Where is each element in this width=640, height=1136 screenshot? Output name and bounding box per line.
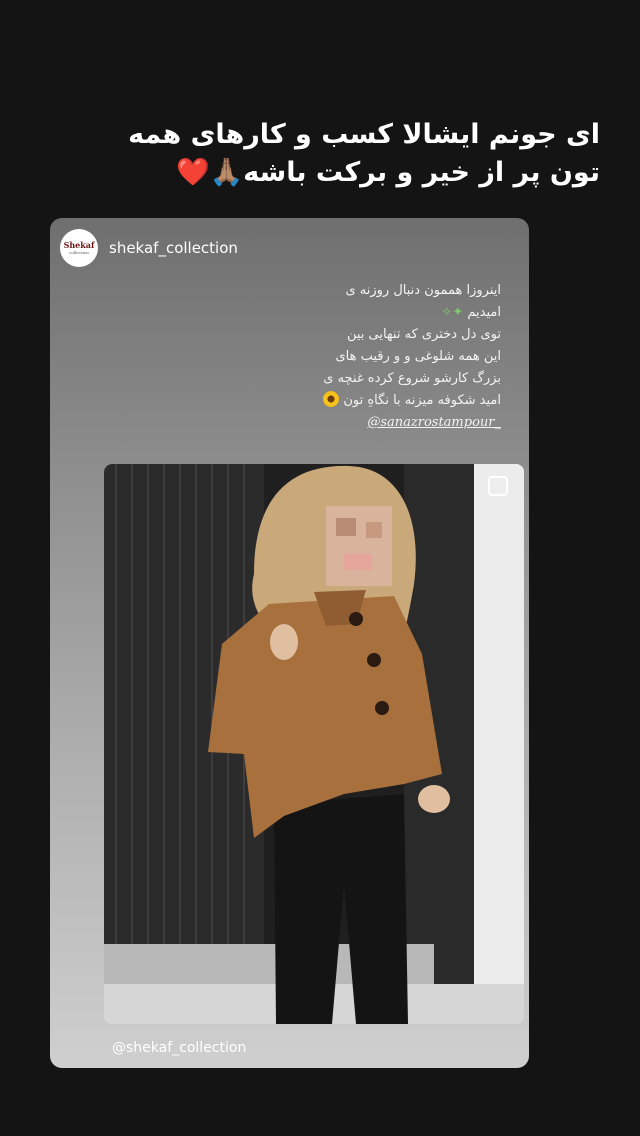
avatar-brand: Shekaf [63, 240, 95, 250]
sparkle-icon: ✦✧ [441, 305, 464, 320]
shared-post-card[interactable]: Shekaf collection shekaf_collection اینر… [50, 218, 529, 1068]
post-text-line: این همه شلوغی و و رقیب های [335, 349, 501, 364]
post-header[interactable]: Shekaf collection shekaf_collection [60, 228, 238, 268]
post-text-line: اینروزا هممون دنبال روزنه ی [345, 283, 501, 298]
avatar-brand-sub: collection [69, 250, 89, 255]
post-caption: اینروزا هممون دنبال روزنه ی امیدیم ✦✧ تو… [261, 280, 501, 434]
footer-username[interactable]: @shekaf_collection [112, 1040, 246, 1056]
post-text-line: بزرگ کارشو شروع کرده غنچه ی [323, 371, 501, 386]
post-text-line-with-icon: امید شکوفه میزنه با نگاهِ تون [261, 390, 501, 412]
post-photo[interactable] [104, 464, 524, 1024]
mention-line: @sanazrostampour_ [261, 412, 501, 434]
sunflower-icon [323, 391, 340, 407]
checkbox-icon[interactable] [488, 476, 508, 496]
post-username[interactable]: shekaf_collection [109, 239, 238, 257]
post-text-line-with-icon: امیدیم ✦✧ [261, 302, 501, 324]
caption-line-2: تون پر از خیر و برکت باشه🙏🏽❤️ [176, 157, 600, 188]
avatar[interactable]: Shekaf collection [60, 229, 98, 267]
post-text-line: امید شکوفه میزنه با نگاهِ تون [343, 393, 501, 408]
story-caption: ای جونم ایشالا کسب و کارهای همه تون پر ا… [128, 116, 600, 192]
photo-illustration [104, 464, 524, 1024]
post-text-line: توی دل دختری که تنهایی بین [346, 327, 501, 342]
post-text-line: امیدیم [467, 305, 501, 320]
caption-line-1: ای جونم ایشالا کسب و کارهای همه [128, 119, 600, 150]
mention-link[interactable]: @sanazrostampour_ [367, 415, 501, 430]
